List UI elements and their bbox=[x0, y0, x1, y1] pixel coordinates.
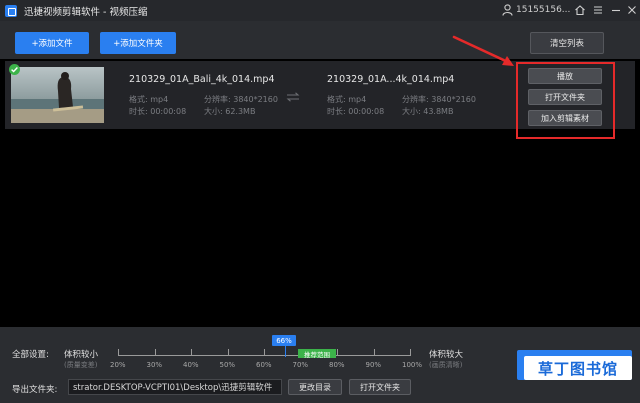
open-output-folder-button[interactable]: 打开文件夹 bbox=[349, 379, 411, 395]
slider-tick bbox=[191, 349, 192, 356]
success-check-icon bbox=[9, 64, 20, 75]
large-size-label: 体积较大 bbox=[429, 350, 464, 360]
slider-tick-label: 70% bbox=[292, 361, 309, 369]
annotation-arrow bbox=[452, 35, 514, 66]
slider-tick-label: 80% bbox=[329, 361, 345, 369]
output-resolution: 分辨率: 3840*2160 bbox=[402, 95, 476, 104]
slider-tick bbox=[264, 349, 265, 356]
compression-slider-handle[interactable] bbox=[285, 346, 286, 357]
highlight-box bbox=[516, 62, 615, 139]
output-folder-label: 导出文件夹: bbox=[12, 385, 58, 395]
add-folder-button[interactable]: +添加文件夹 bbox=[100, 32, 176, 54]
slider-tick-label: 60% bbox=[256, 361, 272, 369]
slider-tick-label: 40% bbox=[183, 361, 199, 369]
slider-tick-label: 100% bbox=[402, 361, 423, 369]
home-icon[interactable] bbox=[574, 4, 586, 16]
compression-percent-badge: 66% bbox=[272, 335, 296, 346]
source-duration: 时长: 00:00:08 bbox=[129, 107, 187, 116]
output-size: 大小: 43.8MB bbox=[402, 107, 454, 116]
output-duration: 时长: 00:00:08 bbox=[327, 107, 385, 116]
slider-tick bbox=[118, 349, 119, 356]
slider-tick-label: 50% bbox=[219, 361, 236, 369]
app-logo-icon bbox=[5, 4, 17, 17]
slider-tick-label: 30% bbox=[146, 361, 163, 369]
minimize-icon[interactable] bbox=[610, 4, 622, 16]
convert-arrows-icon bbox=[286, 92, 300, 102]
small-size-note: (质量变差) bbox=[64, 361, 98, 369]
menu-icon[interactable] bbox=[592, 4, 604, 16]
watermark-logo: 草丁图书馆 bbox=[524, 356, 632, 380]
source-file-name: 210329_01A_Bali_4k_014.mp4 bbox=[129, 74, 275, 85]
slider-tick bbox=[227, 349, 229, 356]
source-format: 格式: mp4 bbox=[129, 95, 169, 104]
source-size: 大小: 62.3MB bbox=[204, 107, 256, 116]
output-path-field[interactable]: strator.DESKTOP-VCPTI01\Desktop\迅捷剪辑软件 bbox=[68, 379, 282, 395]
close-icon[interactable] bbox=[626, 4, 638, 16]
change-directory-button[interactable]: 更改目录 bbox=[288, 379, 342, 395]
slider-tick bbox=[337, 349, 338, 356]
slider-tick bbox=[410, 349, 411, 356]
source-resolution: 分辨率: 3840*2160 bbox=[204, 95, 278, 104]
user-icon[interactable] bbox=[502, 4, 513, 16]
video-thumbnail bbox=[11, 67, 104, 123]
output-file-name: 210329_01A...4k_014.mp4 bbox=[327, 74, 455, 85]
user-account[interactable]: 15155156... bbox=[516, 5, 570, 15]
add-file-button[interactable]: +添加文件 bbox=[15, 32, 89, 54]
clear-list-button[interactable]: 清空列表 bbox=[530, 32, 604, 54]
slider-tick-label: 20% bbox=[110, 361, 126, 369]
slider-tick bbox=[154, 349, 156, 356]
large-size-note: (画质清晰) bbox=[429, 361, 463, 369]
recommended-range-badge: 推荐范围 bbox=[298, 349, 336, 359]
app-title: 迅捷视频剪辑软件 - 视频压缩 bbox=[24, 6, 148, 18]
slider-tick bbox=[373, 349, 375, 356]
small-size-label: 体积较小 bbox=[64, 350, 99, 360]
all-settings-label: 全部设置: bbox=[12, 350, 49, 360]
slider-tick-label: 90% bbox=[365, 361, 382, 369]
output-format: 格式: mp4 bbox=[327, 95, 367, 104]
